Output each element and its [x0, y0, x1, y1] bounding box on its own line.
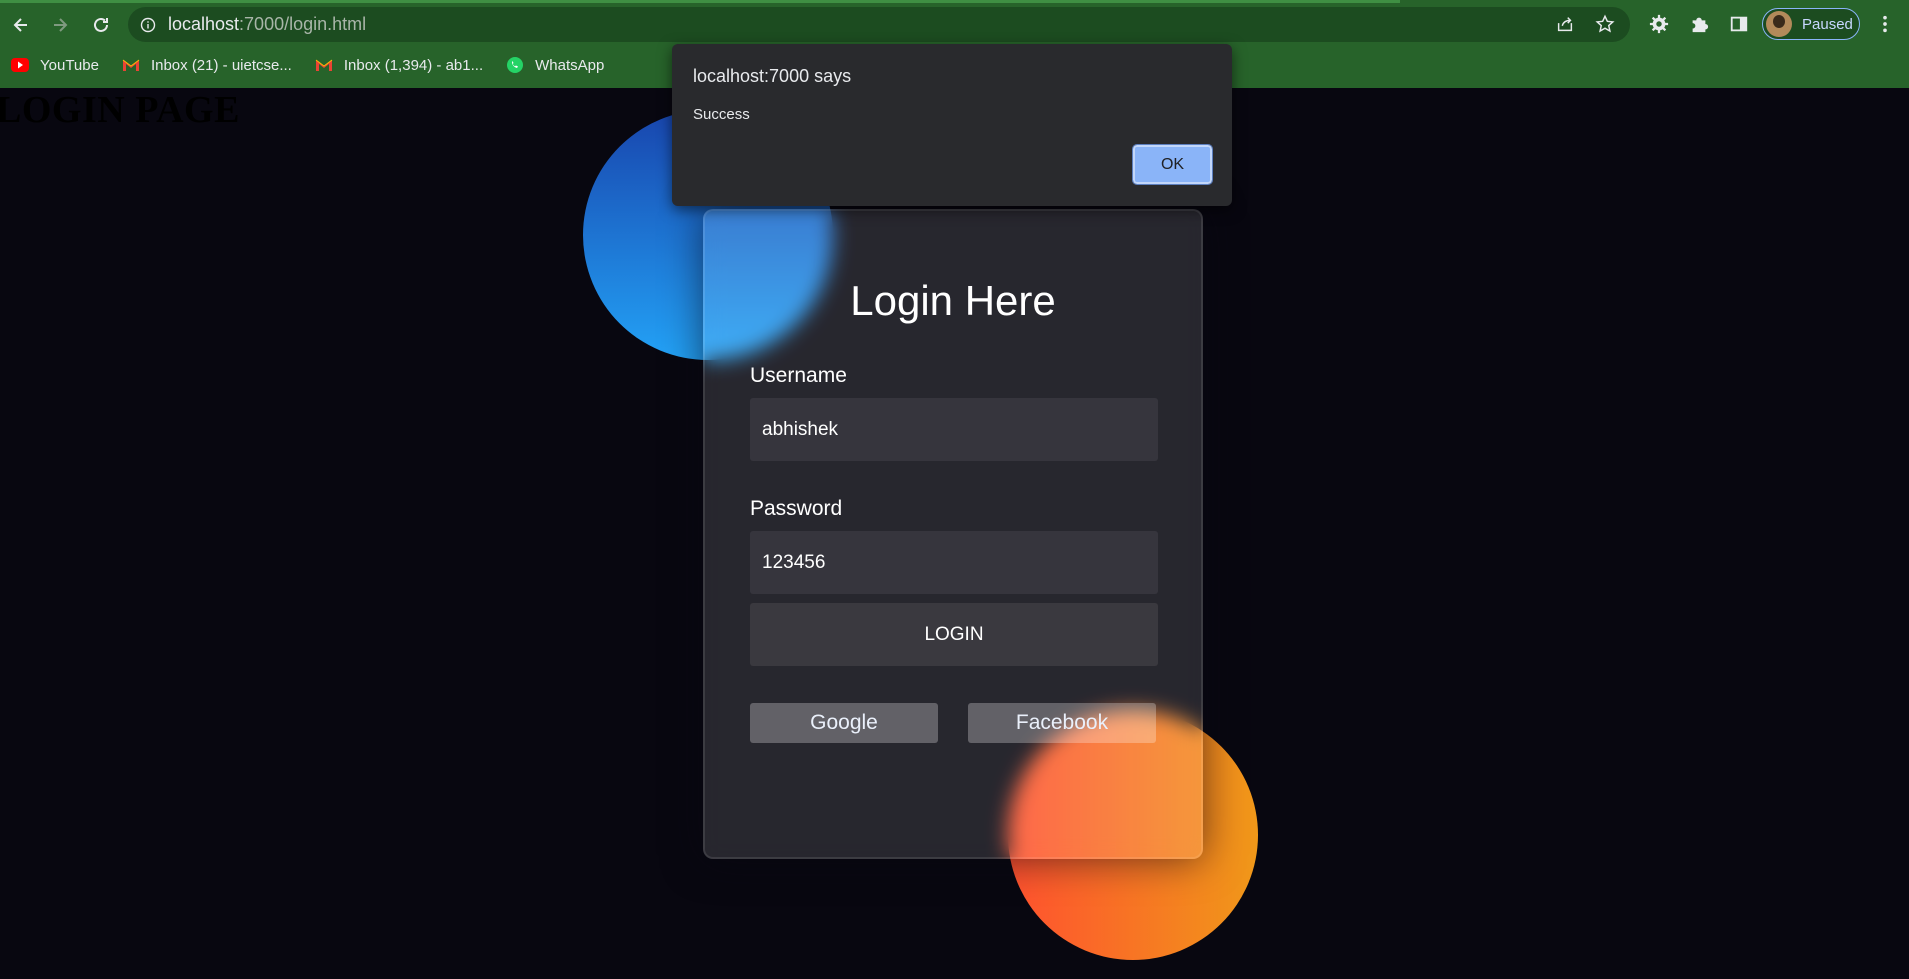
youtube-icon: [11, 58, 29, 72]
bookmark-gmail-ab1[interactable]: Inbox (1,394) - ab1...: [314, 56, 483, 74]
url-host: localhost: [168, 14, 240, 34]
gmail-icon: [315, 59, 333, 71]
extensions-puzzle-icon[interactable]: [1688, 13, 1710, 35]
omnibox-actions: [1554, 13, 1616, 35]
facebook-login-button[interactable]: Facebook: [968, 703, 1156, 743]
ok-button[interactable]: OK: [1132, 144, 1213, 185]
site-info-icon[interactable]: [140, 17, 156, 33]
bookmark-star-icon[interactable]: [1594, 13, 1616, 35]
username-input[interactable]: [750, 398, 1158, 461]
bookmark-label: Inbox (21) - uietcse...: [150, 56, 292, 74]
reload-button[interactable]: [86, 10, 116, 40]
back-button[interactable]: [6, 10, 36, 40]
form-title: Login Here: [850, 277, 1056, 324]
reload-icon: [94, 17, 108, 32]
url-path: :7000/login.html: [239, 14, 367, 34]
kebab-menu-icon[interactable]: [1874, 13, 1896, 35]
bookmark-label: Inbox (1,394) - ab1...: [343, 56, 484, 74]
avatar: [1766, 11, 1792, 37]
loading-bar: [0, 0, 1400, 3]
alert-dialog: localhost:7000 says Success OK: [672, 44, 1232, 206]
side-panel-icon[interactable]: [1728, 13, 1750, 35]
bookmarks-bar: YouTube Inbox (21) - uietcse... Inbox (1…: [0, 50, 616, 80]
login-button[interactable]: LOGIN: [750, 603, 1158, 666]
back-arrow-icon: [13, 18, 27, 32]
address-bar[interactable]: localhost:7000/login.html: [128, 7, 1630, 42]
bookmark-label: YouTube: [40, 56, 99, 74]
whatsapp-icon: [507, 57, 524, 73]
password-input[interactable]: [750, 531, 1158, 594]
forward-arrow-icon: [54, 18, 68, 32]
profile-button[interactable]: Paused: [1762, 8, 1860, 40]
bookmark-whatsapp[interactable]: WhatsApp: [505, 56, 604, 74]
password-label: Password: [750, 497, 843, 520]
bookmark-gmail-uietcse[interactable]: Inbox (21) - uietcse...: [121, 56, 292, 74]
login-form: Login Here Username Password LOGIN Googl…: [703, 209, 1203, 859]
page-heading: LOGIN PAGE: [0, 89, 240, 131]
bookmark-youtube[interactable]: YouTube: [10, 56, 99, 74]
alert-title: localhost:7000 says: [693, 66, 852, 86]
alert-message: Success: [693, 106, 750, 123]
gmail-icon: [122, 59, 140, 71]
share-icon[interactable]: [1554, 13, 1576, 35]
url-text: localhost:7000/login.html: [168, 14, 366, 35]
bookmark-label: WhatsApp: [535, 56, 605, 74]
google-login-button[interactable]: Google: [750, 703, 938, 743]
forward-button[interactable]: [45, 10, 75, 40]
settings-gear-icon[interactable]: [1648, 13, 1670, 35]
profile-status-label: Paused: [1802, 15, 1853, 33]
username-label: Username: [750, 364, 847, 387]
